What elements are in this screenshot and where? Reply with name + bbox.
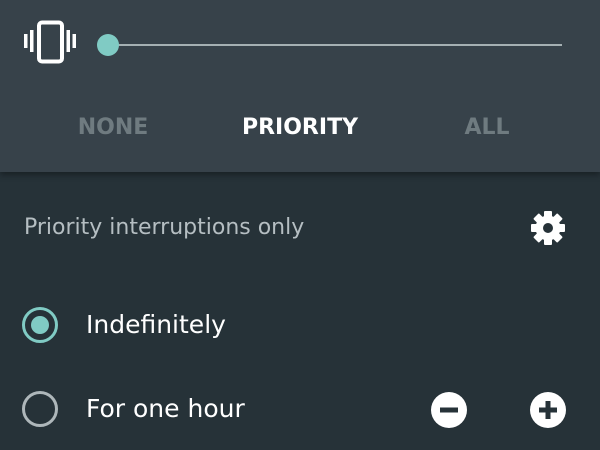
interruptions-panel: NONE PRIORITY ALL Priority interruptions… bbox=[0, 0, 600, 450]
tab-none[interactable]: NONE bbox=[38, 108, 188, 148]
option-for-one-hour[interactable]: For one hour bbox=[0, 380, 600, 440]
option-indefinitely[interactable]: Indefinitely bbox=[0, 296, 600, 356]
radio-indefinitely[interactable] bbox=[22, 307, 58, 343]
interruption-mode-tabs: NONE PRIORITY ALL bbox=[0, 108, 600, 148]
option-label: Indefinitely bbox=[86, 310, 226, 339]
plus-circle-icon[interactable] bbox=[530, 392, 566, 428]
volume-panel: NONE PRIORITY ALL bbox=[0, 0, 600, 172]
tab-all[interactable]: ALL bbox=[412, 108, 562, 148]
tab-priority[interactable]: PRIORITY bbox=[200, 108, 400, 148]
minus-circle-icon[interactable] bbox=[431, 392, 467, 428]
radio-for-one-hour[interactable] bbox=[22, 391, 58, 427]
volume-slider-track[interactable] bbox=[108, 44, 562, 46]
option-label: For one hour bbox=[86, 394, 245, 423]
gear-icon[interactable] bbox=[528, 208, 568, 248]
volume-slider-thumb[interactable] bbox=[97, 34, 119, 56]
section-title: Priority interruptions only bbox=[24, 215, 305, 240]
vibrate-icon[interactable] bbox=[20, 20, 80, 70]
